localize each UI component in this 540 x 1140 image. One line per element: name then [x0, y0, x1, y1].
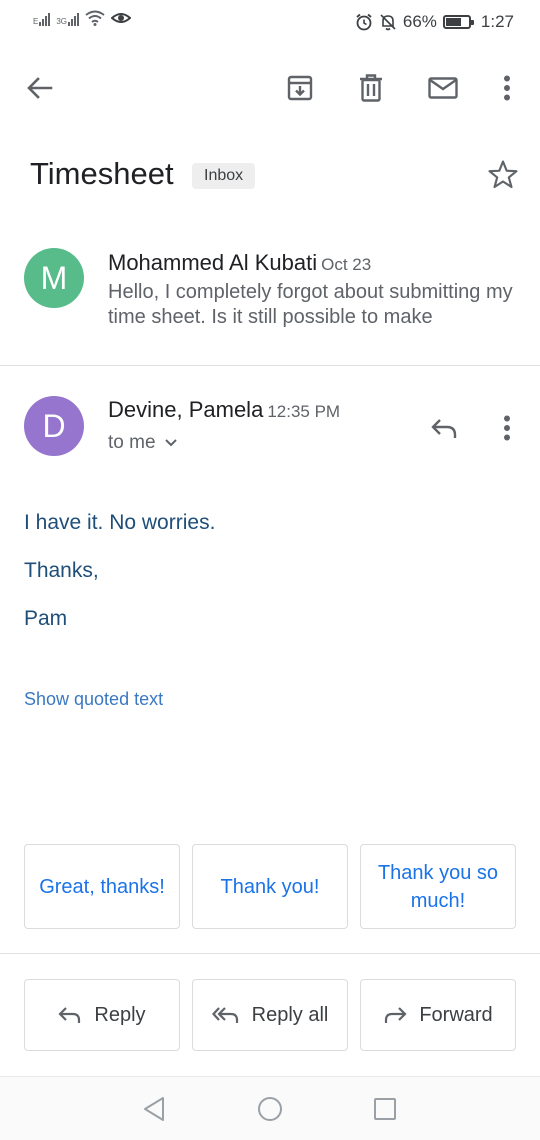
reply-button[interactable]: Reply	[24, 979, 180, 1051]
smart-reply-button[interactable]: Thank you!	[192, 844, 348, 929]
eye-icon	[111, 13, 132, 23]
star-icon	[488, 160, 518, 189]
forward-label: Forward	[419, 1003, 493, 1026]
reply-icon	[431, 419, 457, 438]
smart-reply-button[interactable]: Thank you so much!	[360, 844, 516, 929]
message-sender-line: Mohammed Al Kubati Oct 23	[108, 250, 371, 276]
reply-icon	[58, 1007, 81, 1023]
reply-all-label: Reply all	[251, 1003, 329, 1026]
avatar[interactable]: D	[24, 396, 84, 456]
message-reply-button[interactable]	[424, 408, 464, 448]
nav-recents-icon	[374, 1098, 396, 1120]
nav-recents-button[interactable]	[371, 1095, 399, 1123]
signal-icon	[39, 10, 51, 26]
battery-icon	[442, 15, 474, 29]
message-date: Oct 23	[321, 255, 372, 274]
archive-icon	[287, 75, 313, 101]
sender-name: Devine, Pamela	[108, 397, 264, 422]
back-arrow-icon	[27, 77, 53, 99]
message-more-button[interactable]	[487, 408, 527, 448]
signal-icon-2	[68, 10, 80, 26]
reply-all-icon	[211, 1007, 238, 1023]
wifi-icon	[85, 10, 105, 26]
top-app-bar	[0, 62, 540, 114]
clock: 1:27	[480, 12, 514, 31]
message-sender-line: Devine, Pamela 12:35 PM	[108, 397, 340, 423]
message-snippet: Hello, I completely forgot about submitt…	[108, 281, 513, 328]
nav-back-button[interactable]	[140, 1095, 168, 1123]
chevron-down-icon	[164, 439, 177, 447]
message-date: 12:35 PM	[267, 402, 341, 421]
forward-icon	[385, 1007, 407, 1023]
reply-all-button[interactable]: Reply all	[192, 979, 348, 1051]
more-options-button[interactable]	[487, 68, 527, 108]
mark-unread-icon	[428, 77, 458, 99]
system-navigation-bar	[0, 1076, 540, 1140]
network-type-3g: 3G	[56, 17, 68, 26]
battery-percent: 66%	[402, 12, 437, 31]
message-body-line: Thanks,	[24, 559, 99, 582]
sender-name: Mohammed Al Kubati	[108, 250, 318, 275]
divider	[0, 365, 540, 366]
notifications-off-icon	[380, 14, 396, 31]
show-quoted-text-link[interactable]: Show quoted text	[24, 689, 163, 710]
alarm-icon	[356, 13, 372, 31]
avatar[interactable]: M	[24, 248, 84, 308]
status-bar: E 3G 66% 1:27	[0, 0, 540, 44]
thread-subject: Timesheet	[30, 156, 174, 191]
more-vert-icon	[504, 415, 510, 441]
status-icons-right: 66% 1:27	[355, 12, 514, 32]
forward-button[interactable]: Forward	[360, 979, 516, 1051]
delete-button[interactable]	[351, 68, 391, 108]
reply-label: Reply	[94, 1003, 146, 1026]
label-chip[interactable]: Inbox	[192, 163, 256, 189]
recipients-toggle[interactable]: to me	[108, 432, 178, 454]
message-body-line: Pam	[24, 607, 68, 630]
message-body-line: I have it. No worries.	[24, 511, 216, 534]
status-icons-left: E 3G	[33, 10, 132, 26]
more-vert-icon	[504, 75, 510, 101]
mark-unread-button[interactable]	[423, 68, 463, 108]
smart-reply-button[interactable]: Great, thanks!	[24, 844, 180, 929]
nav-home-icon	[258, 1097, 282, 1121]
nav-back-icon	[144, 1097, 164, 1121]
recipients-text: to me	[108, 432, 156, 453]
network-type-e: E	[33, 17, 39, 26]
back-button[interactable]	[20, 68, 60, 108]
nav-home-button[interactable]	[256, 1095, 284, 1123]
divider	[0, 953, 540, 954]
delete-icon	[360, 74, 382, 102]
archive-button[interactable]	[280, 68, 320, 108]
star-button[interactable]	[486, 158, 520, 197]
